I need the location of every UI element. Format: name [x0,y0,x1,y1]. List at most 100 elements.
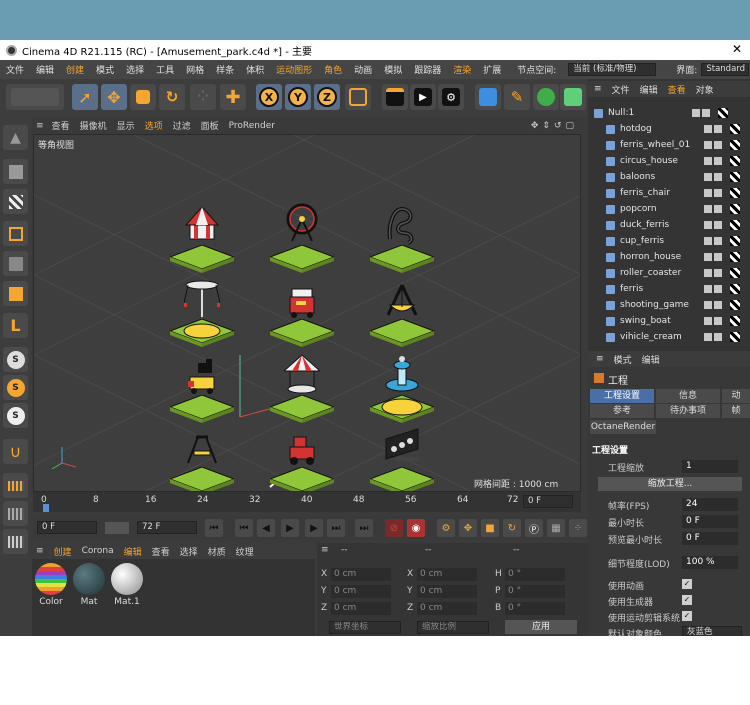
viewport-nav-icons[interactable]: ✥⇕↺▢ [531,121,578,131]
material-mat1[interactable]: Mat.1 [110,563,144,611]
tile-swing-ride[interactable] [170,280,234,347]
visibility-toggle[interactable] [704,221,712,229]
end-frame-field[interactable]: 72 F [137,521,197,534]
render-toggle[interactable] [714,237,722,245]
material-tag-icon[interactable] [730,300,740,310]
visibility-toggle[interactable] [704,285,712,293]
vp-menu-panel[interactable]: 面板 [201,119,219,132]
object-row[interactable]: horron_house [588,249,750,265]
viewport[interactable]: 等角视图 网格间距 : 1000 cm [33,134,581,492]
tile-small-swing[interactable] [170,435,234,491]
planar-workplane-button[interactable] [3,529,28,554]
render-toggle[interactable] [714,269,722,277]
pos-z-field[interactable]: 0 cm [331,602,391,615]
tab-reference[interactable]: 参考 [590,404,654,418]
range-slider[interactable] [105,522,129,534]
tab-todo[interactable]: 待办事项 [656,404,720,418]
scale-project-button[interactable]: 缩放工程... [598,477,742,491]
prev-frame-button[interactable]: ◀ [257,519,275,537]
render-toggle[interactable] [714,317,722,325]
material-tag-icon[interactable] [730,284,740,294]
lod-field[interactable]: 100 % [682,556,738,569]
material-tag-icon[interactable] [730,332,740,342]
prev-key-button[interactable]: ⏮ [235,519,253,537]
apply-button[interactable]: 应用 [505,620,577,634]
render-toggle[interactable] [714,285,722,293]
visibility-toggle[interactable] [704,269,712,277]
scale-tool-button[interactable] [130,84,156,110]
vp-menu-prorender[interactable]: ProRender [229,121,275,131]
polygon-mode-button[interactable] [3,281,28,306]
material-tag-icon[interactable] [730,188,740,198]
key-param-button[interactable]: Ⓟ [525,519,543,537]
menu-select[interactable]: 选择 [126,63,144,76]
goto-start-button[interactable]: ⏮ [205,519,223,537]
vp-menu-camera[interactable]: 摄像机 [80,119,107,132]
project-scale-field[interactable]: 1 [682,460,738,473]
visibility-toggle[interactable] [704,205,712,213]
select-tool-button[interactable]: ➚ [72,84,98,110]
menu-edit[interactable]: 编辑 [36,63,54,76]
scale-mode-dropdown[interactable]: 缩放比例 [417,621,489,634]
timeline-settings-button[interactable]: ⁘ [569,519,587,537]
coordinate-system-button[interactable] [345,84,371,110]
size-y-field[interactable]: 0 cm [417,585,477,598]
vp-menu-display[interactable]: 显示 [117,119,135,132]
object-row[interactable]: swing_boat [588,313,750,329]
visibility-toggle[interactable] [704,141,712,149]
tile-fountain[interactable] [370,356,434,423]
visibility-toggle[interactable] [704,237,712,245]
visibility-toggle[interactable] [704,125,712,133]
attr-menu-mode[interactable]: 模式 [614,353,632,366]
tab-dynamics[interactable]: 动 [722,389,750,403]
menu-hamburger-icon[interactable]: ≡ [36,546,44,556]
render-region-button[interactable] [382,84,408,110]
use-generators-checkbox[interactable]: ✓ [682,595,692,605]
point-mode-button[interactable] [3,221,28,246]
tab-octanerender[interactable]: OctaneRender [590,420,656,434]
menu-character[interactable]: 角色 [324,63,342,76]
tile-carousel[interactable] [270,354,334,423]
workplane-button[interactable] [3,473,28,498]
playhead[interactable] [43,504,49,512]
visibility-toggle[interactable] [704,317,712,325]
material-tag-icon[interactable] [730,220,740,230]
tile-roller-coaster[interactable] [370,206,434,273]
size-z-field[interactable]: 0 cm [417,602,477,615]
menu-tracker[interactable]: 跟踪器 [414,63,441,76]
render-toggle[interactable] [714,125,722,133]
timeline-end-field[interactable]: 0 F [523,495,573,508]
mat-menu-material[interactable]: 材质 [208,545,226,558]
tile-circus-house[interactable] [170,206,234,273]
timeline-ruler[interactable]: 0 8 16 24 32 40 48 56 64 72 0 F [33,492,581,512]
render-toggle[interactable] [714,173,722,181]
visibility-toggle[interactable] [704,173,712,181]
rot-p-field[interactable]: 0 ° [505,585,565,598]
material-mat[interactable]: Mat [72,563,106,611]
menu-create[interactable]: 创建 [66,63,84,76]
add-tool-button[interactable]: ✚ [220,84,246,110]
attr-menu-edit[interactable]: 编辑 [642,353,660,366]
material-tag-icon[interactable] [730,268,740,278]
recent-tool-button[interactable]: ⁘ [190,84,216,110]
menu-hamburger-icon[interactable]: ≡ [596,354,604,364]
obj-menu-view[interactable]: 查看 [668,83,686,96]
object-row[interactable]: circus_house [588,153,750,169]
material-tag-icon[interactable] [730,252,740,262]
menu-simulate[interactable]: 模拟 [384,63,402,76]
mat-menu-texture[interactable]: 纹理 [236,545,254,558]
lock-workplane-button[interactable] [3,501,28,526]
render-toggle[interactable] [714,157,722,165]
visibility-toggle[interactable] [704,333,712,341]
axis-mode-button[interactable]: L [3,313,28,338]
menu-mesh[interactable]: 网格 [186,63,204,76]
mat-menu-create[interactable]: 创建 [54,545,72,558]
material-tag-icon[interactable] [730,204,740,214]
material-tag-icon[interactable] [718,108,728,118]
preview-min-field[interactable]: 0 F [682,532,738,545]
menu-volume[interactable]: 体积 [246,63,264,76]
pen-spline-button[interactable]: ✎ [504,84,530,110]
render-toggle[interactable] [702,109,710,117]
menu-hamburger-icon[interactable]: ≡ [594,84,602,94]
object-row-root[interactable]: Null:1 [588,105,750,121]
